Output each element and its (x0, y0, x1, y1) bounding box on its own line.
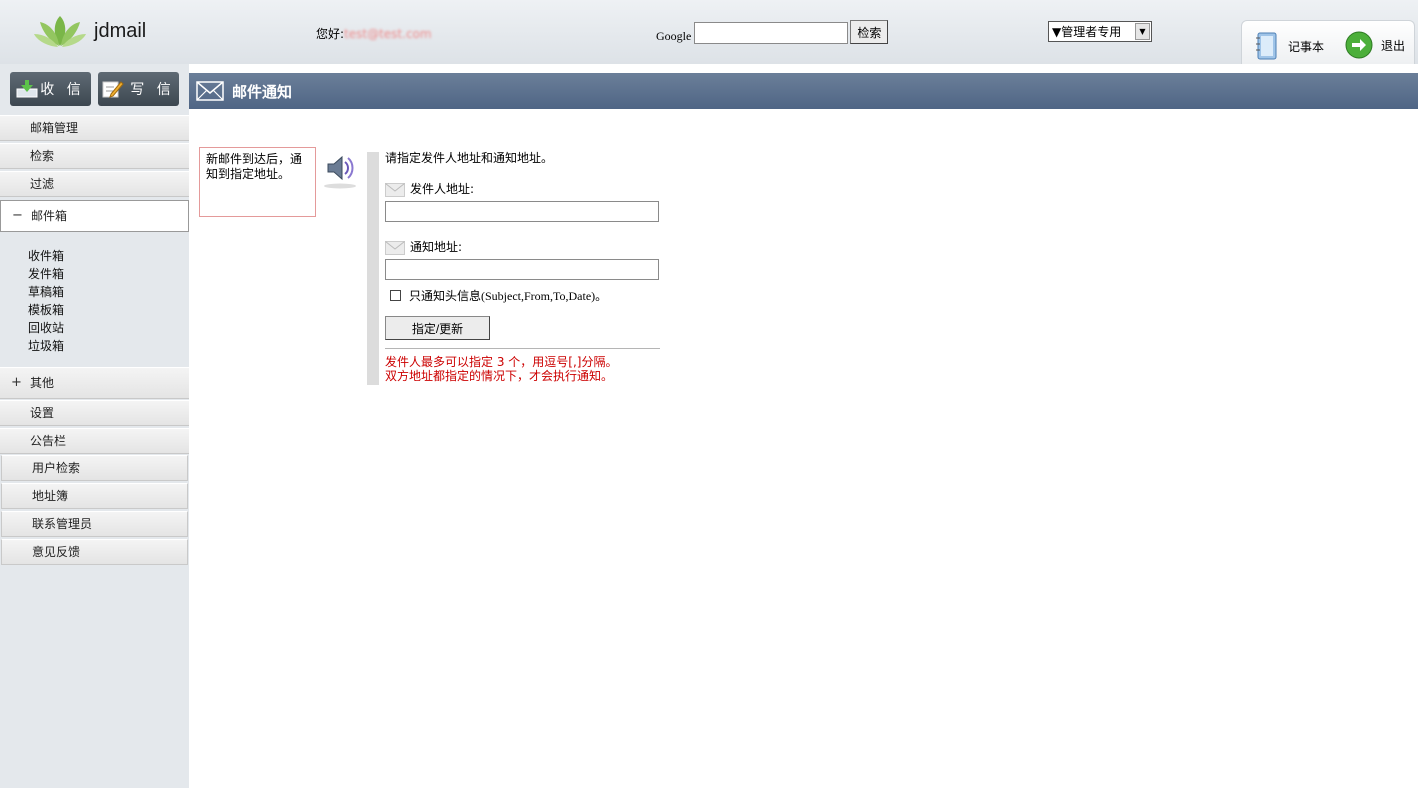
sidebar-item-feedback[interactable]: 意见反馈 (1, 539, 188, 565)
sender-address-input[interactable] (385, 201, 659, 222)
greeting-prefix: 您好: (316, 27, 345, 41)
description-note: 新邮件到达后，通知到指定地址。 (199, 147, 316, 217)
divider-bar (367, 152, 379, 385)
sidebar: 收 信 写 信 邮箱管理 检索 过滤 − 邮件箱 收件箱 发件箱 草稿箱 模板箱… (0, 64, 189, 788)
sidebar-item-address-book[interactable]: 地址簿 (1, 483, 188, 509)
greeting: 您好:test@test.com (316, 25, 432, 42)
envelope-icon (196, 81, 224, 101)
notify-address-input[interactable] (385, 259, 659, 280)
google-search: Google 检索 (656, 20, 889, 44)
sidebar-item-label: 设置 (30, 406, 55, 420)
compose-label: 写 信 (130, 82, 175, 98)
speaker-icon (324, 155, 356, 189)
chevron-down-icon: ▼ (1135, 23, 1150, 40)
receive-label: 收 信 (40, 82, 85, 98)
role-select-value: ▼管理者专用 (1052, 25, 1122, 39)
sidebar-item-bulletin[interactable]: 公告栏 (0, 428, 189, 454)
sidebar-item-label: 邮箱管理 (30, 121, 79, 135)
leaf-logo-icon (34, 16, 86, 47)
hint-both-required: 双方地址都指定的情况下，才会执行通知。 (385, 369, 614, 383)
folder-sent[interactable]: 发件箱 (28, 265, 64, 282)
sidebar-item-other[interactable]: + 其他 (0, 367, 189, 399)
divider-line (385, 348, 660, 349)
sidebar-item-label: 联系管理员 (32, 517, 93, 531)
app-logo[interactable]: jdmail (32, 14, 146, 48)
logout-label: 退出 (1381, 38, 1406, 53)
sender-label: 发件人地址: (410, 182, 475, 196)
folder-templates[interactable]: 模板箱 (28, 301, 64, 318)
google-search-input[interactable] (694, 22, 849, 44)
sidebar-item-label: 公告栏 (30, 434, 67, 448)
header-only-option[interactable]: 只通知头信息 (Subject,From,To,Date)。 (390, 287, 607, 304)
folder-junk[interactable]: 垃圾箱 (28, 337, 64, 354)
compose-button[interactable]: 写 信 (98, 72, 179, 106)
download-icon (16, 80, 38, 98)
mail-icon (385, 183, 405, 197)
receive-button[interactable]: 收 信 (10, 72, 91, 106)
role-select[interactable]: ▼管理者专用 ▼ (1048, 21, 1152, 42)
sidebar-item-label: 地址簿 (32, 489, 69, 503)
hint-sender-limit: 发件人最多可以指定 3 个，用逗号[,]分隔。 (385, 355, 618, 369)
user-email: test@test.com (344, 27, 432, 41)
folder-drafts[interactable]: 草稿箱 (28, 283, 64, 300)
compose-icon (102, 81, 124, 98)
page-header: 邮件通知 (189, 73, 1418, 109)
sidebar-item-settings[interactable]: 设置 (0, 400, 189, 426)
toolbox: 记事本 退出 (1241, 20, 1415, 64)
sidebar-item-label: 其他 (30, 376, 55, 390)
logout-button[interactable]: 退出 (1345, 31, 1405, 59)
notebook-icon (1256, 32, 1277, 60)
notify-label: 通知地址: (410, 240, 463, 254)
sidebar-item-user-search[interactable]: 用户检索 (1, 455, 188, 481)
collapse-icon: − (12, 208, 23, 223)
sidebar-item-mailbox[interactable]: − 邮件箱 (0, 200, 189, 232)
expand-icon: + (11, 375, 22, 390)
arrow-right-circle-icon (1345, 31, 1373, 59)
top-bar: jdmail 您好:test@test.com Google 检索 ▼管理者专用… (0, 0, 1418, 64)
search-button[interactable]: 检索 (850, 20, 889, 44)
sidebar-item-mailbox-management[interactable]: 邮箱管理 (0, 115, 189, 141)
folder-inbox[interactable]: 收件箱 (28, 247, 64, 264)
checkbox-label-fields: (Subject,From,To,Date)。 (481, 289, 608, 303)
mail-icon (385, 241, 405, 255)
notification-form: 请指定发件人地址和通知地址。 发件人地址: 通知地址: 只通知头信息 (Subje… (385, 149, 660, 383)
notify-field-label: 通知地址: (385, 238, 462, 255)
form-intro: 请指定发件人地址和通知地址。 (385, 151, 554, 165)
sidebar-item-label: 检索 (30, 149, 55, 163)
google-label: Google (656, 29, 692, 43)
folder-trash[interactable]: 回收站 (28, 319, 64, 336)
sidebar-item-label: 邮件箱 (31, 209, 68, 223)
sidebar-item-contact-admin[interactable]: 联系管理员 (1, 511, 188, 537)
sender-field-label: 发件人地址: (385, 180, 474, 197)
checkbox-label: 只通知头信息 (409, 289, 482, 303)
notebook-label: 记事本 (1288, 39, 1325, 54)
sidebar-item-label: 用户检索 (32, 461, 81, 475)
notebook-button[interactable]: 记事本 (1254, 31, 1324, 61)
page-title: 邮件通知 (232, 82, 293, 101)
sidebar-item-label: 过滤 (30, 177, 55, 191)
sidebar-item-filter[interactable]: 过滤 (0, 171, 189, 197)
submit-button[interactable]: 指定/更新 (385, 316, 490, 340)
sidebar-item-label: 意见反馈 (32, 545, 81, 559)
sidebar-item-search[interactable]: 检索 (0, 143, 189, 169)
header-only-checkbox[interactable] (390, 290, 401, 301)
logo-text: jdmail (94, 19, 147, 42)
